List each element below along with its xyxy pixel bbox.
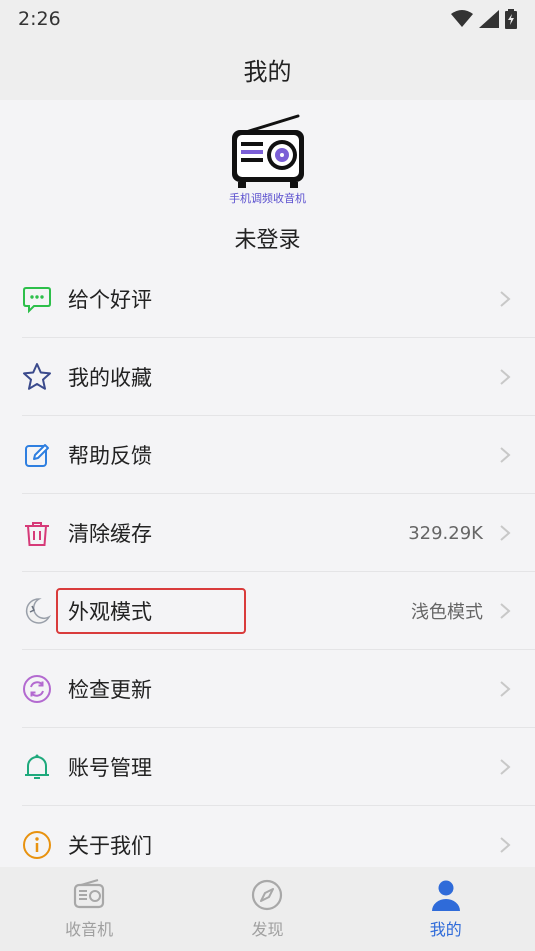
logo-caption: 手机调频收音机 (229, 192, 306, 205)
bell-icon (22, 752, 52, 782)
tab-radio[interactable]: 收音机 (29, 878, 149, 940)
appearance-mode-value: 浅色模式 (411, 602, 483, 623)
page-header: 我的 (0, 38, 535, 100)
trash-icon (22, 518, 52, 548)
menu-item-favorites[interactable]: 我的收藏 (0, 338, 535, 416)
status-icons (451, 9, 517, 29)
bottom-tab-bar: 收音机 发现 我的 (0, 867, 535, 951)
chevron-right-icon (500, 525, 511, 541)
menu-item-appearance[interactable]: 外观模式 浅色模式 (0, 572, 535, 650)
menu-item-label: 给个好评 (68, 288, 152, 312)
page-title: 我的 (243, 57, 292, 86)
login-status[interactable]: 未登录 (234, 222, 300, 254)
chevron-right-icon (500, 837, 511, 853)
status-bar: 2:26 (0, 0, 535, 38)
moon-icon (22, 596, 52, 626)
menu-item-account[interactable]: 账号管理 (0, 728, 535, 806)
menu-item-label: 我的收藏 (68, 366, 152, 390)
signal-icon (479, 10, 499, 28)
menu-item-label: 清除缓存 (68, 522, 152, 546)
chevron-right-icon (500, 291, 511, 307)
chevron-right-icon (500, 681, 511, 697)
menu-item-label: 帮助反馈 (68, 444, 152, 468)
user-icon (431, 880, 460, 911)
edit-icon (22, 440, 52, 470)
tab-mine[interactable]: 我的 (386, 878, 506, 940)
radio-logo-icon (231, 114, 304, 188)
battery-icon (505, 9, 517, 29)
wifi-icon (451, 10, 473, 27)
menu-item-label: 账号管理 (68, 756, 152, 780)
tab-discover[interactable]: 发现 (207, 878, 327, 940)
menu-item-label: 关于我们 (68, 834, 152, 858)
info-icon (22, 830, 52, 860)
compass-icon (252, 879, 283, 911)
tab-label: 我的 (429, 920, 462, 939)
settings-menu: 给个好评 我的收藏 帮助反馈 清除缓存 329.29K 外观模式 浅色模式 检查… (0, 260, 535, 884)
menu-item-label: 外观模式 (56, 588, 246, 634)
menu-item-label: 检查更新 (68, 678, 152, 702)
tab-label: 收音机 (65, 920, 114, 939)
message-icon (22, 284, 52, 314)
radio-icon (74, 879, 105, 909)
chevron-right-icon (500, 369, 511, 385)
star-icon (22, 362, 52, 392)
menu-item-feedback[interactable]: 帮助反馈 (0, 416, 535, 494)
status-time: 2:26 (18, 8, 61, 30)
tab-label: 发现 (251, 920, 284, 939)
refresh-icon (22, 674, 52, 704)
menu-item-rate[interactable]: 给个好评 (0, 260, 535, 338)
chevron-right-icon (500, 759, 511, 775)
chevron-right-icon (500, 447, 511, 463)
profile-section[interactable]: 手机调频收音机 未登录 (0, 100, 535, 260)
menu-item-check-update[interactable]: 检查更新 (0, 650, 535, 728)
cache-size-value: 329.29K (408, 522, 483, 544)
chevron-right-icon (500, 603, 511, 619)
menu-item-clear-cache[interactable]: 清除缓存 329.29K (0, 494, 535, 572)
